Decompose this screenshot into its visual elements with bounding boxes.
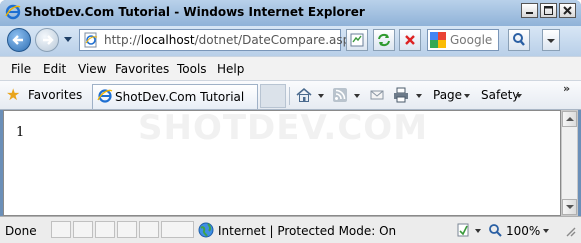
minimize-button[interactable] <box>521 3 538 18</box>
zoom-level[interactable]: 100% <box>506 224 540 238</box>
rss-feed-icon[interactable] <box>331 86 349 104</box>
address-bar[interactable]: http://localhost/dotnet/DateCompare.aspx <box>79 29 357 51</box>
security-zone-text[interactable]: Internet | Protected Mode: On <box>218 224 396 238</box>
compatibility-view-icon <box>350 33 364 47</box>
forward-arrow-icon <box>43 35 54 45</box>
scroll-up-button[interactable] <box>562 111 577 127</box>
menu-file[interactable]: File <box>11 62 31 76</box>
status-pane <box>161 221 194 238</box>
browser-window: ShotDev.Com Tutorial - Windows Internet … <box>0 0 581 243</box>
stop-icon <box>405 35 415 45</box>
minimize-icon <box>526 12 533 14</box>
internet-zone-globe-icon <box>198 222 214 238</box>
favorites-button[interactable]: Favorites <box>28 88 82 102</box>
search-icon <box>513 33 525 46</box>
page-menu-caret[interactable] <box>464 94 470 98</box>
watermark-text: SHOTDEV.COM <box>138 108 429 148</box>
status-pane <box>51 221 71 238</box>
scroll-down-arrow-icon <box>566 205 574 209</box>
print-icon[interactable] <box>392 86 410 104</box>
protected-mode-dropdown-caret[interactable] <box>475 229 481 233</box>
tab-shotdev-tutorial[interactable]: ShotDev.Com Tutorial <box>92 84 258 109</box>
refresh-button[interactable] <box>373 29 395 51</box>
maximize-icon <box>544 6 553 15</box>
favorites-star-icon: ★ <box>6 85 21 104</box>
home-icon[interactable] <box>295 86 313 104</box>
menu-bar: File Edit View Favorites Tools Help <box>0 56 581 81</box>
vertical-scrollbar[interactable] <box>561 110 578 216</box>
compatibility-view-button[interactable] <box>346 29 368 51</box>
navigation-bar: http://localhost/dotnet/DateCompare.aspx… <box>0 26 581 56</box>
new-tab-button[interactable] <box>260 84 286 108</box>
status-bar: Done Internet | Protected Mode: On 100% <box>0 216 581 243</box>
back-arrow-icon <box>12 35 23 45</box>
favorites-command-bar: ★ Favorites ShotDev.Com Tutorial Page Sa… <box>0 80 581 110</box>
status-pane <box>139 221 159 238</box>
url-prefix: http:// <box>104 33 141 47</box>
google-icon <box>430 32 446 48</box>
toolbar-overflow-chevron[interactable]: » <box>563 82 570 95</box>
stop-button[interactable] <box>399 29 421 51</box>
menu-favorites[interactable]: Favorites <box>115 62 169 76</box>
feeds-dropdown-caret[interactable] <box>354 94 360 98</box>
page-content: SHOTDEV.COM 1 <box>3 108 561 216</box>
toolbar-divider <box>289 87 290 105</box>
page-output-text: 1 <box>16 125 25 140</box>
safety-menu-caret[interactable] <box>516 94 522 98</box>
internet-explorer-icon <box>97 89 113 103</box>
search-input[interactable]: Google <box>450 33 492 47</box>
refresh-icon <box>378 33 390 47</box>
page-menu-button[interactable]: Page <box>433 88 462 102</box>
address-url[interactable]: http://localhost/dotnet/DateCompare.aspx <box>104 33 357 47</box>
title-bar: ShotDev.Com Tutorial - Windows Internet … <box>0 0 581 26</box>
back-button[interactable] <box>7 28 31 52</box>
url-path: /dotnet/DateCompare.aspx <box>194 33 358 47</box>
read-mail-icon[interactable] <box>368 86 386 104</box>
status-pane <box>95 221 115 238</box>
menu-tools[interactable]: Tools <box>177 62 207 76</box>
search-box[interactable]: Google <box>427 29 499 51</box>
internet-explorer-icon <box>5 4 21 20</box>
forward-button[interactable] <box>35 28 59 52</box>
url-host: localhost <box>140 33 195 47</box>
print-dropdown-caret[interactable] <box>416 94 422 98</box>
maximize-button[interactable] <box>540 3 557 18</box>
chevron-down-icon <box>547 39 555 43</box>
close-button[interactable] <box>559 3 576 18</box>
search-button[interactable] <box>508 29 530 51</box>
status-text: Done <box>5 224 37 238</box>
safety-menu-button[interactable]: Safety <box>481 88 519 102</box>
recent-pages-dropdown[interactable] <box>64 37 72 42</box>
page-icon <box>84 32 98 48</box>
scroll-up-arrow-icon <box>566 117 574 121</box>
close-icon <box>563 6 572 15</box>
resize-grip-icon[interactable] <box>561 222 577 238</box>
menu-view[interactable]: View <box>78 62 106 76</box>
status-pane <box>73 221 93 238</box>
zoom-magnifier-icon[interactable] <box>487 222 503 238</box>
window-title: ShotDev.Com Tutorial - Windows Internet … <box>24 5 365 19</box>
home-dropdown-caret[interactable] <box>318 94 324 98</box>
zoom-dropdown-caret[interactable] <box>543 229 549 233</box>
scroll-down-button[interactable] <box>562 199 577 215</box>
tab-title: ShotDev.Com Tutorial <box>115 90 245 104</box>
search-options-button[interactable] <box>542 29 560 51</box>
menu-edit[interactable]: Edit <box>43 62 66 76</box>
menu-help[interactable]: Help <box>217 62 244 76</box>
protected-mode-icon[interactable] <box>455 222 471 238</box>
status-pane <box>117 221 137 238</box>
